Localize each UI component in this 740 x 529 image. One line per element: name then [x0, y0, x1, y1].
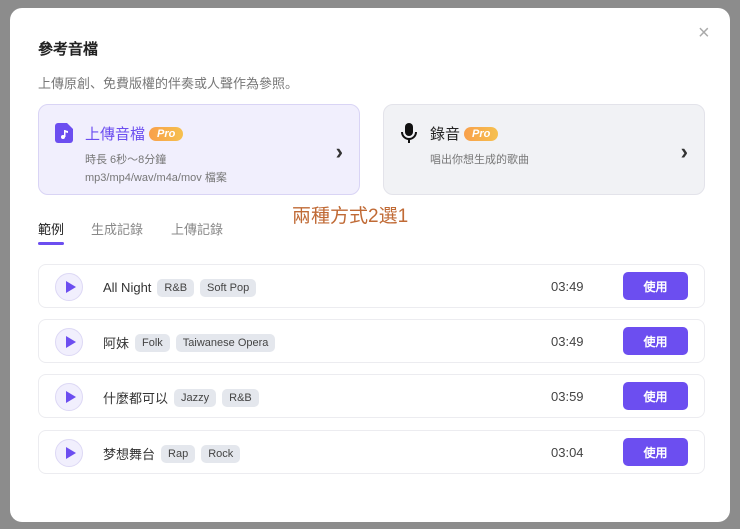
- record-hint: 唱出你想生成的歌曲: [430, 154, 529, 166]
- microphone-icon: [401, 123, 417, 143]
- reference-audio-dialog: 參考音檔 上傳原創、免費版權的伴奏或人聲作為參照。 × 上傳音檔 Pro 時長 6…: [10, 8, 730, 522]
- track-row: 梦想舞台 Rap Rock 03:04 使用: [38, 430, 705, 474]
- active-tab-indicator: [38, 242, 64, 245]
- dialog-subtitle: 上傳原創、免費版權的伴奏或人聲作為參照。: [38, 76, 299, 91]
- genre-tag: R&B: [157, 279, 195, 297]
- genre-tag: Taiwanese Opera: [175, 334, 276, 352]
- pro-badge: Pro: [149, 127, 184, 141]
- chevron-right-icon: ›: [335, 139, 343, 164]
- genre-tag: Rock: [201, 445, 241, 463]
- play-icon[interactable]: [55, 439, 83, 467]
- annotation-text: 兩種方式2選1: [292, 206, 409, 227]
- track-name: 阿妹: [103, 335, 130, 351]
- play-icon[interactable]: [55, 383, 83, 411]
- use-button[interactable]: 使用: [623, 327, 688, 355]
- play-icon[interactable]: [55, 328, 83, 356]
- pro-badge: Pro: [464, 127, 499, 141]
- track-name: All Night: [103, 279, 152, 295]
- record-audio-card[interactable]: 錄音 Pro 唱出你想生成的歌曲 ›: [383, 104, 705, 195]
- upload-audio-title: 上傳音檔: [85, 126, 146, 143]
- upload-audio-card[interactable]: 上傳音檔 Pro 時長 6秒～8分鐘 mp3/mp4/wav/m4a/mov 檔案…: [38, 104, 360, 195]
- genre-tag: Rap: [161, 445, 196, 463]
- play-icon[interactable]: [55, 273, 83, 301]
- use-button[interactable]: 使用: [623, 382, 688, 410]
- genre-tag: Folk: [135, 334, 170, 352]
- track-row: 什麼都可以 Jazzy R&B 03:59 使用: [38, 374, 705, 418]
- tab-upload-history[interactable]: 上傳記錄: [171, 219, 223, 238]
- track-duration: 03:49: [551, 279, 584, 294]
- track-duration: 03:59: [551, 389, 584, 404]
- use-button[interactable]: 使用: [623, 438, 688, 466]
- close-icon[interactable]: ×: [698, 22, 710, 45]
- genre-tag: R&B: [222, 389, 259, 407]
- tab-generation-history[interactable]: 生成記錄: [91, 219, 143, 238]
- upload-duration-hint: 時長 6秒～8分鐘: [85, 154, 167, 166]
- track-duration: 03:04: [551, 445, 584, 460]
- track-row: 阿妹 Folk Taiwanese Opera 03:49 使用: [38, 319, 705, 363]
- tab-examples[interactable]: 範例: [38, 219, 64, 238]
- genre-tag: Soft Pop: [200, 279, 257, 297]
- dialog-title: 參考音檔: [38, 41, 99, 58]
- chevron-right-icon: ›: [680, 139, 688, 164]
- track-duration: 03:49: [551, 334, 584, 349]
- record-audio-title: 錄音: [430, 126, 461, 143]
- upload-format-hint: mp3/mp4/wav/m4a/mov 檔案: [85, 172, 227, 184]
- music-file-icon: [55, 123, 73, 143]
- track-row: All Night R&B Soft Pop 03:49 使用: [38, 264, 705, 308]
- genre-tag: Jazzy: [174, 389, 217, 407]
- track-name: 什麼都可以: [103, 390, 169, 406]
- track-name: 梦想舞台: [103, 446, 156, 462]
- use-button[interactable]: 使用: [623, 272, 688, 300]
